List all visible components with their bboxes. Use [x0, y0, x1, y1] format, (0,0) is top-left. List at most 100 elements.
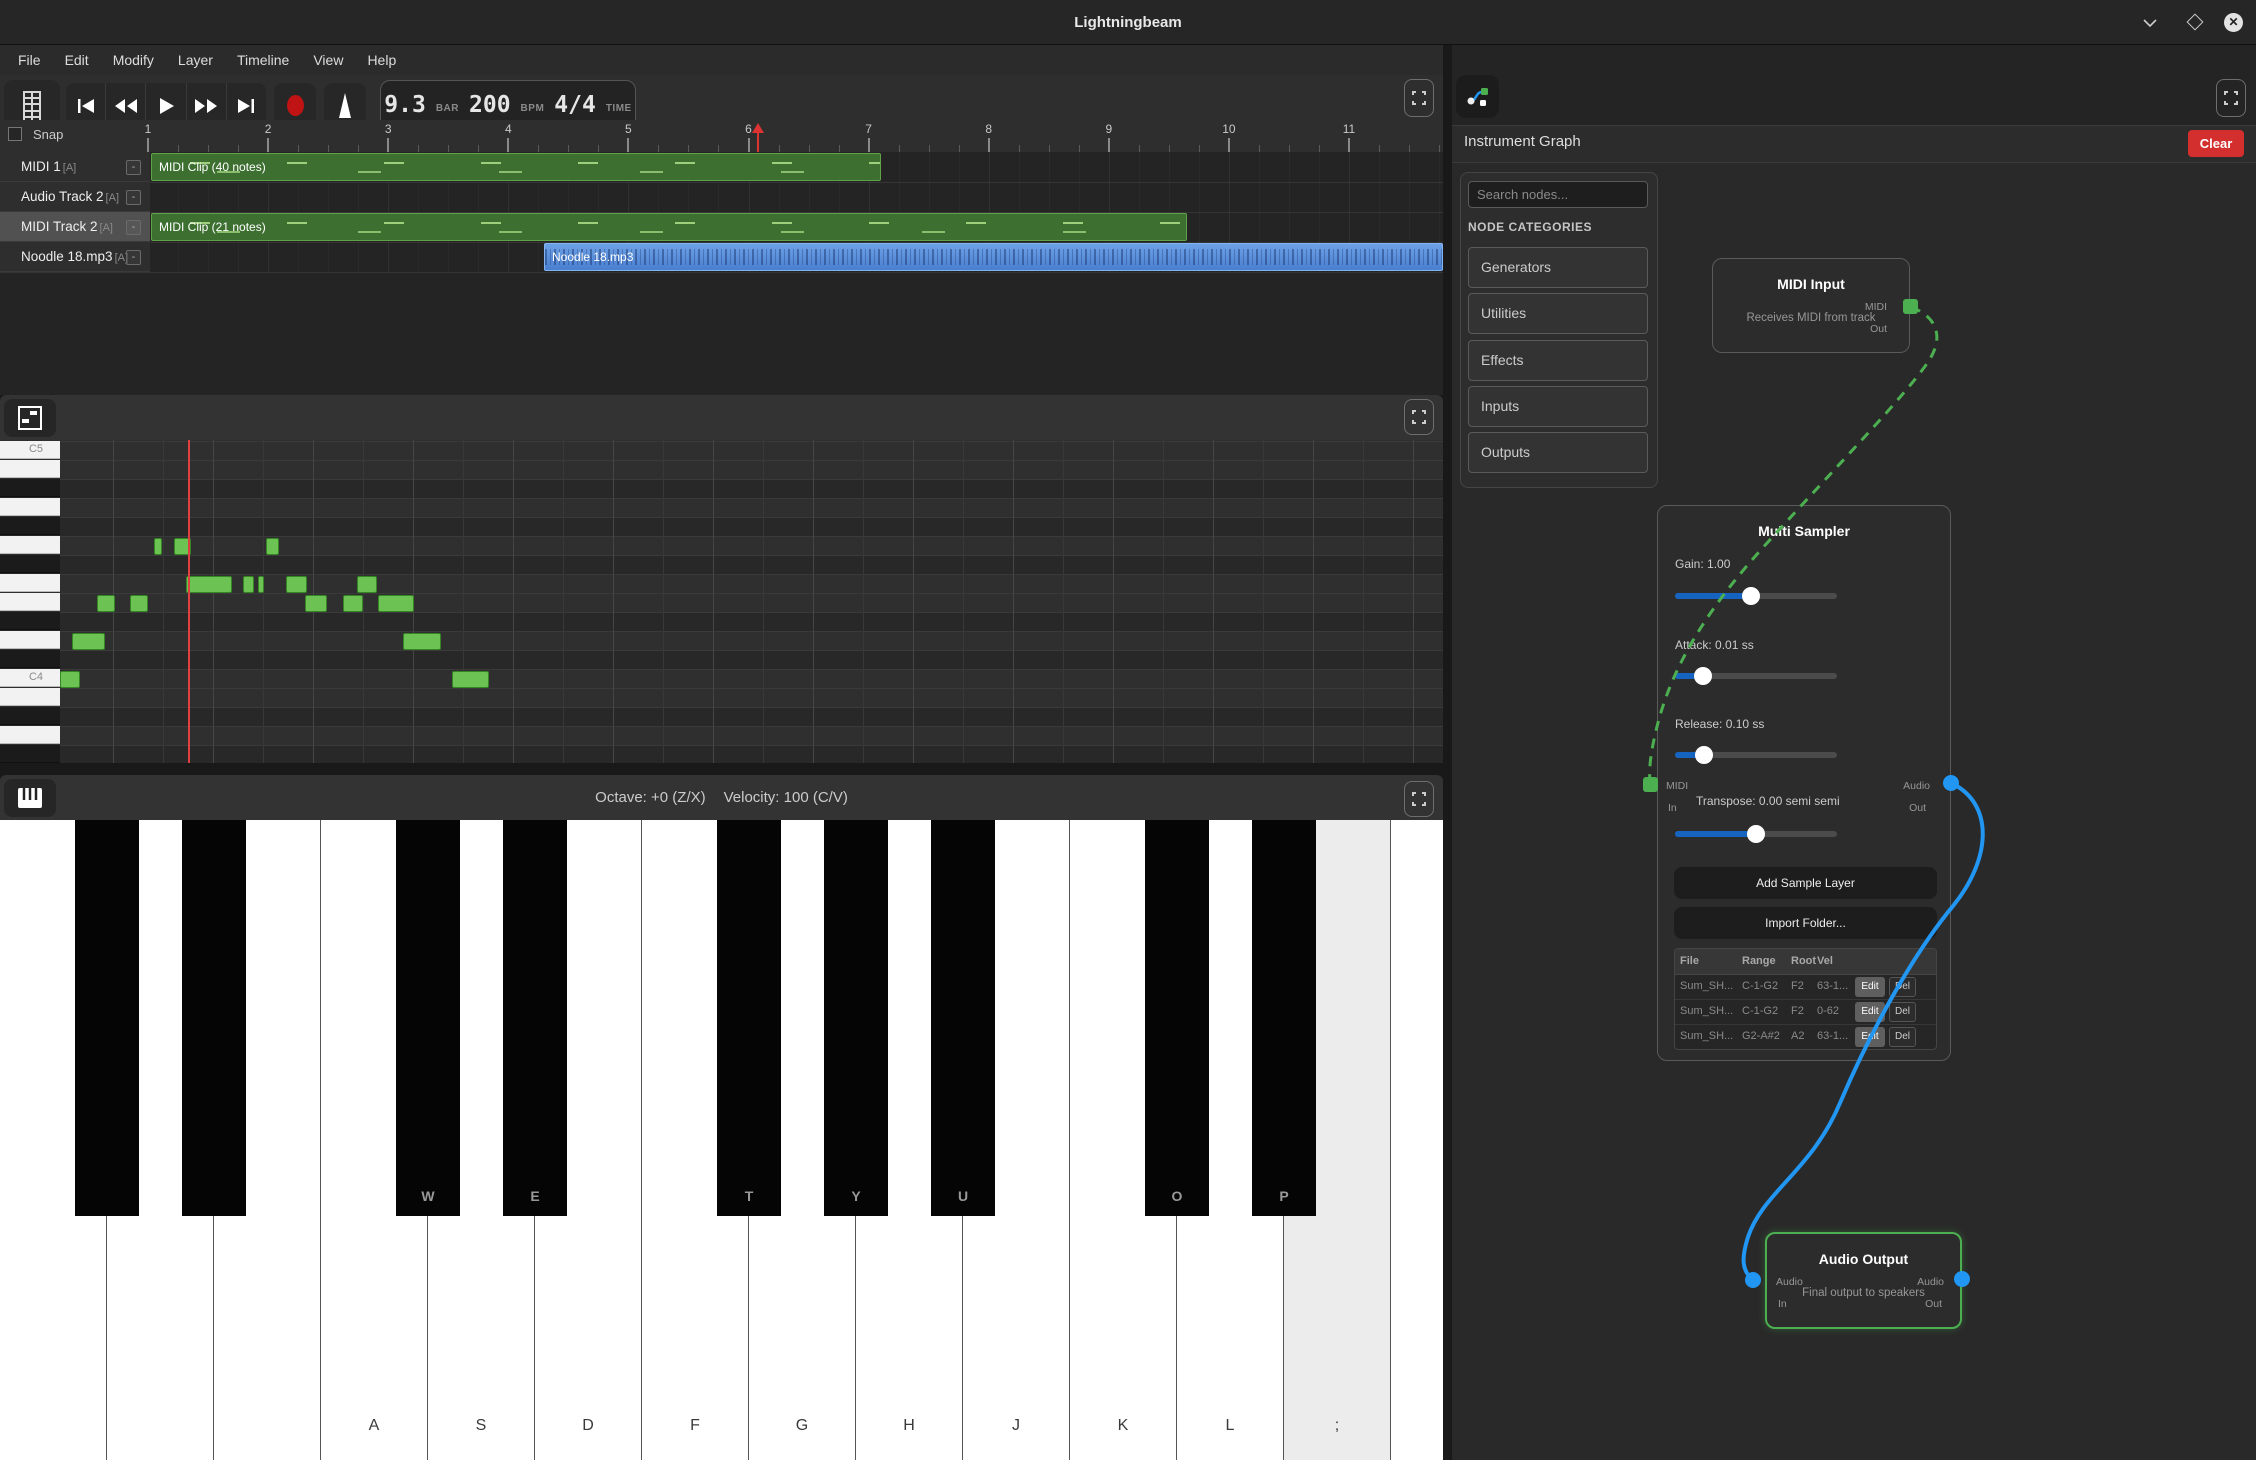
track-header-4[interactable]: Noodle 18.mp3[A]- [0, 242, 150, 272]
midi-input-node[interactable]: MIDI Input Receives MIDI from track MIDI… [1712, 258, 1910, 353]
roll-key-E4[interactable] [0, 593, 60, 611]
sampler-audio-out-port[interactable] [1943, 775, 1959, 791]
category-inputs[interactable]: Inputs [1468, 386, 1648, 427]
midi-note[interactable] [243, 576, 254, 593]
midi-clip[interactable]: MIDI Clip (21 notes) [151, 213, 1187, 241]
snap-checkbox[interactable] [8, 127, 22, 141]
black-key-W[interactable]: W [396, 820, 460, 1216]
roll-key-G#4[interactable] [0, 517, 60, 535]
minimize-icon[interactable] [2140, 13, 2160, 33]
delete-sample-button[interactable]: Del [1889, 1002, 1916, 1022]
black-key-Y[interactable]: Y [824, 820, 888, 1216]
midi-note[interactable] [130, 595, 148, 612]
menu-item-modify[interactable]: Modify [113, 52, 154, 68]
track-minus-button[interactable]: - [126, 190, 141, 205]
roll-key-A#3[interactable] [0, 707, 60, 725]
midi-note[interactable] [452, 671, 489, 688]
menu-item-timeline[interactable]: Timeline [237, 52, 289, 68]
midi-note[interactable] [258, 576, 264, 593]
black-key[interactable] [182, 820, 246, 1216]
audio-output-out-port[interactable] [1954, 1271, 1970, 1287]
category-outputs[interactable]: Outputs [1468, 432, 1648, 473]
roll-key-G4[interactable] [0, 536, 60, 554]
close-icon[interactable]: ✕ [2224, 13, 2244, 33]
midi-note[interactable] [357, 576, 377, 593]
midi-note[interactable] [343, 595, 363, 612]
add-sample-layer-button[interactable]: Add Sample Layer [1674, 867, 1937, 899]
node-graph-tab-button[interactable] [1456, 75, 1499, 118]
menu-item-layer[interactable]: Layer [178, 52, 213, 68]
midi-note[interactable] [266, 538, 279, 555]
menu-item-help[interactable]: Help [367, 52, 396, 68]
search-input[interactable] [1468, 181, 1648, 208]
roll-key-A4[interactable] [0, 498, 60, 516]
audio-clip[interactable]: Noodle 18.mp3 [544, 243, 1443, 271]
midi-clip[interactable]: MIDI Clip (40 notes) [151, 153, 881, 181]
midi-note[interactable] [97, 595, 115, 612]
roll-key-D#4[interactable] [0, 612, 60, 630]
menu-item-edit[interactable]: Edit [65, 52, 89, 68]
roll-key-F4[interactable] [0, 574, 60, 592]
white-key[interactable] [1391, 820, 1443, 1460]
midi-note[interactable] [286, 576, 307, 593]
delete-sample-button[interactable]: Del [1889, 1027, 1916, 1047]
roll-key-A#4[interactable] [0, 479, 60, 497]
attack-slider[interactable] [1675, 673, 1837, 679]
multi-sampler-node[interactable]: Multi Sampler Gain: 1.00 Attack: 0.01 ss… [1657, 505, 1951, 1061]
midi-input-out-port[interactable] [1903, 299, 1918, 314]
black-key-O[interactable]: O [1145, 820, 1209, 1216]
roll-key-C5[interactable]: C5 [0, 441, 60, 459]
piano-roll-fullscreen-button[interactable] [1404, 399, 1434, 435]
keyboard-fullscreen-button[interactable] [1404, 781, 1434, 817]
transpose-slider[interactable] [1675, 831, 1837, 837]
midi-note[interactable] [403, 633, 441, 650]
midi-note[interactable] [72, 633, 105, 650]
roll-key-C4[interactable]: C4 [0, 669, 60, 687]
track-minus-button[interactable]: - [126, 250, 141, 265]
clear-graph-button[interactable]: Clear [2188, 130, 2244, 157]
virtual-keyboard[interactable]: ASDFGHJKL;WETYUOP [0, 820, 1443, 1460]
track-header-1[interactable]: MIDI 1[A]- [0, 152, 150, 182]
release-slider[interactable] [1675, 752, 1837, 758]
audio-output-node[interactable]: Audio Output Final output to speakers Au… [1765, 1232, 1962, 1329]
track-header-2[interactable]: Audio Track 2[A]- [0, 182, 150, 212]
black-key-T[interactable]: T [717, 820, 781, 1216]
track-minus-button[interactable]: - [126, 160, 141, 175]
roll-key-G#3[interactable] [0, 745, 60, 763]
black-key-E[interactable]: E [503, 820, 567, 1216]
audio-output-in-port[interactable] [1745, 1272, 1761, 1288]
maximize-icon[interactable] [2186, 13, 2206, 33]
roll-key-B3[interactable] [0, 688, 60, 706]
midi-note[interactable] [305, 595, 327, 612]
midi-note[interactable] [186, 576, 232, 593]
edit-sample-button[interactable]: Edit [1855, 1002, 1885, 1022]
gain-slider[interactable] [1675, 593, 1837, 599]
black-key-P[interactable]: P [1252, 820, 1316, 1216]
timeline-ruler[interactable]: 1234567891011 [0, 120, 1443, 152]
edit-sample-button[interactable]: Edit [1855, 1027, 1885, 1047]
category-effects[interactable]: Effects [1468, 340, 1648, 381]
roll-key-C#4[interactable] [0, 650, 60, 668]
roll-key-D4[interactable] [0, 631, 60, 649]
track-header-3[interactable]: MIDI Track 2[A]- [0, 212, 150, 242]
menu-item-file[interactable]: File [18, 52, 41, 68]
timeline-tracks-area[interactable]: MIDI 1[A]-Audio Track 2[A]-MIDI Track 2[… [0, 152, 1443, 395]
track-minus-button[interactable]: - [126, 220, 141, 235]
category-generators[interactable]: Generators [1468, 247, 1648, 288]
timeline-fullscreen-button[interactable] [1404, 79, 1434, 117]
piano-roll[interactable]: C5 C4 [0, 440, 1443, 763]
midi-note[interactable] [154, 538, 162, 555]
midi-note[interactable] [378, 595, 414, 612]
graph-fullscreen-button[interactable] [2216, 79, 2246, 117]
roll-playhead[interactable] [188, 440, 190, 763]
edit-sample-button[interactable]: Edit [1855, 977, 1885, 997]
sampler-midi-in-port[interactable] [1643, 777, 1658, 792]
midi-note[interactable] [60, 671, 80, 688]
roll-key-F#4[interactable] [0, 555, 60, 573]
delete-sample-button[interactable]: Del [1889, 977, 1916, 997]
roll-key-B4[interactable] [0, 460, 60, 478]
roll-key-A3[interactable] [0, 726, 60, 744]
category-utilities[interactable]: Utilities [1468, 293, 1648, 334]
black-key[interactable] [75, 820, 139, 1216]
import-folder-button[interactable]: Import Folder... [1674, 907, 1937, 939]
